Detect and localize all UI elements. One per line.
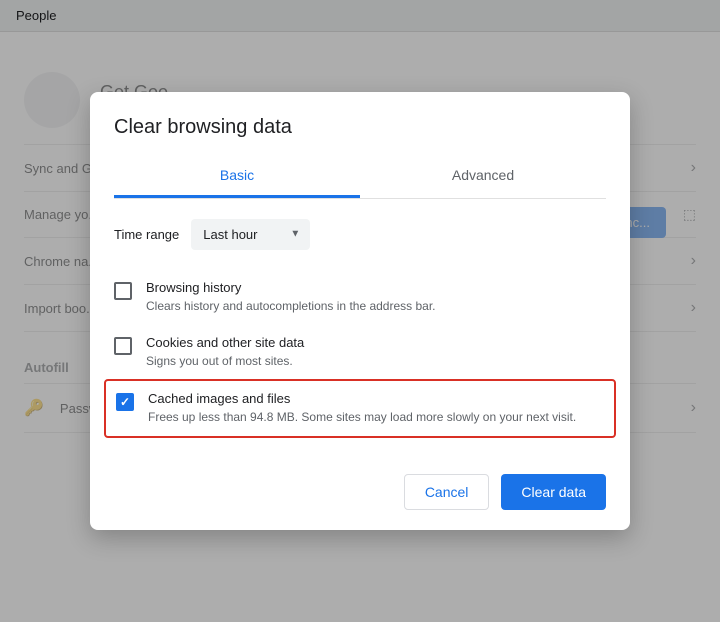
clear-data-button[interactable]: Clear data bbox=[501, 474, 606, 510]
cookies-desc: Signs you out of most sites. bbox=[146, 353, 606, 370]
time-range-label: Time range bbox=[114, 227, 179, 242]
cached-images-desc: Frees up less than 94.8 MB. Some sites m… bbox=[148, 409, 604, 426]
time-range-select-wrapper[interactable]: Last hour Last 24 hours Last 7 days Last… bbox=[191, 219, 310, 250]
clear-browsing-data-modal: Clear browsing data Basic Advanced Time … bbox=[90, 92, 630, 530]
browsing-history-desc: Clears history and autocompletions in th… bbox=[146, 298, 606, 315]
checkbox-browsing-history-input[interactable] bbox=[114, 282, 132, 300]
time-range-row: Time range Last hour Last 24 hours Last … bbox=[114, 219, 606, 250]
time-range-select[interactable]: Last hour Last 24 hours Last 7 days Last… bbox=[191, 219, 310, 250]
tab-basic[interactable]: Basic bbox=[114, 155, 360, 198]
checkbox-cookies[interactable]: Cookies and other site data Signs you ou… bbox=[114, 325, 606, 380]
modal-overlay: Clear browsing data Basic Advanced Time … bbox=[0, 0, 720, 622]
checkbox-browsing-history[interactable]: Browsing history Clears history and auto… bbox=[114, 270, 606, 325]
checkbox-cached-images-input[interactable] bbox=[116, 393, 134, 411]
modal-footer: Cancel Clear data bbox=[90, 458, 630, 530]
tab-advanced[interactable]: Advanced bbox=[360, 155, 606, 198]
checkbox-cookies-input[interactable] bbox=[114, 337, 132, 355]
modal-header: Clear browsing data Basic Advanced bbox=[90, 92, 630, 199]
modal-body: Time range Last hour Last 24 hours Last … bbox=[90, 199, 630, 458]
modal-title: Clear browsing data bbox=[114, 116, 606, 139]
cancel-button[interactable]: Cancel bbox=[404, 474, 490, 510]
checkbox-cached-images[interactable]: Cached images and files Frees up less th… bbox=[104, 379, 616, 438]
modal-tabs: Basic Advanced bbox=[114, 155, 606, 199]
browsing-history-label: Browsing history bbox=[146, 280, 606, 295]
cached-images-label: Cached images and files bbox=[148, 391, 604, 406]
cookies-label: Cookies and other site data bbox=[146, 335, 606, 350]
